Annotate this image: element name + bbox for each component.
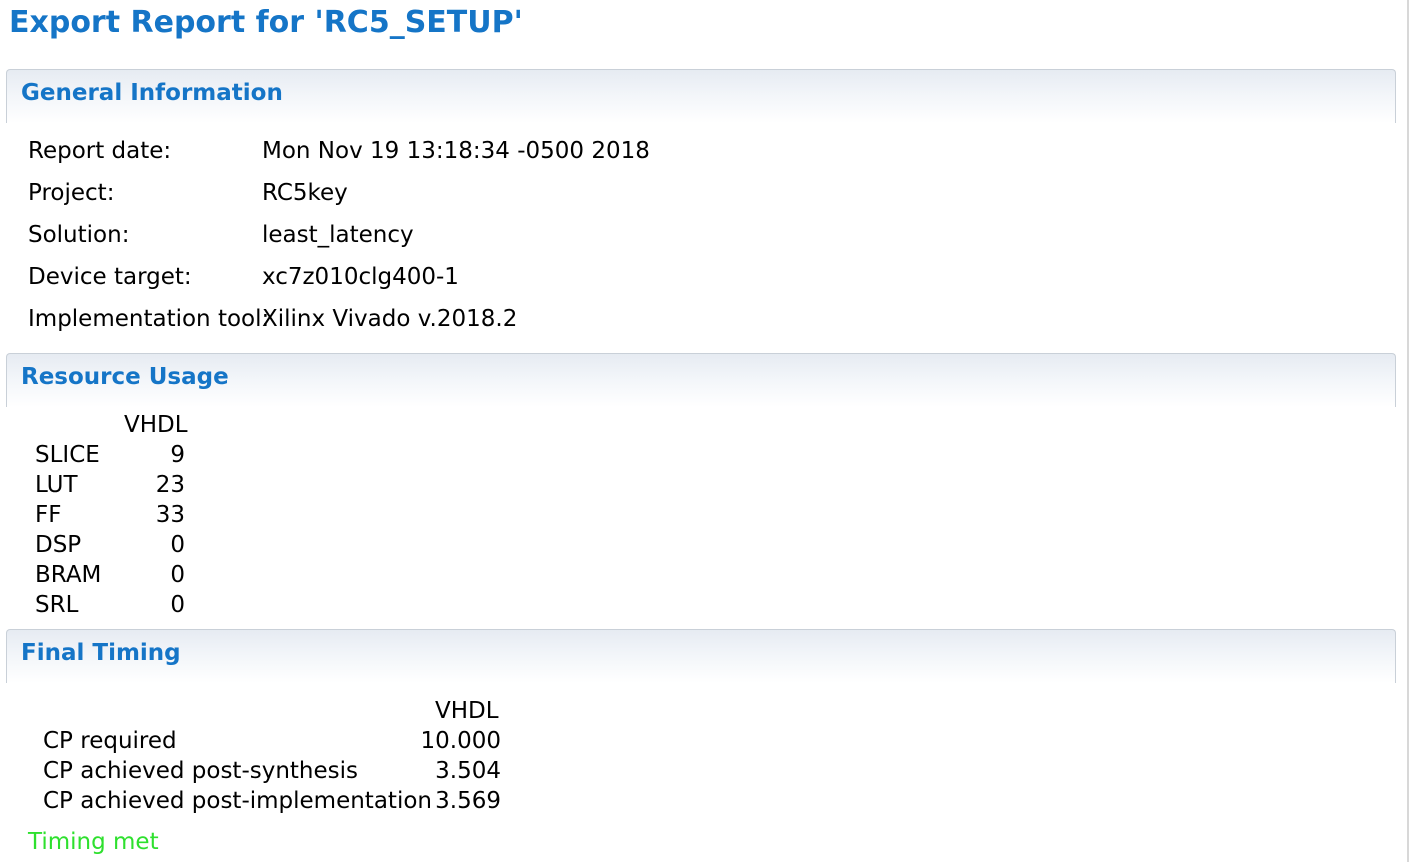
section-title-resource-usage: Resource Usage: [21, 364, 229, 390]
resource-value: 0: [170, 592, 185, 618]
resource-name: BRAM: [35, 562, 102, 588]
timing-name: CP achieved post-implementation: [43, 788, 432, 814]
timing-column-header: VHDL: [435, 698, 499, 724]
timing-status: Timing met: [28, 829, 159, 855]
project-value: RC5key: [262, 180, 348, 206]
resource-name: DSP: [35, 532, 82, 558]
general-row-label: Solution:: [28, 222, 130, 248]
resource-name: SLICE: [35, 442, 100, 468]
device-target-value: xc7z010clg400-1: [262, 264, 459, 290]
resource-value: 23: [155, 472, 185, 498]
resource-value: 0: [170, 562, 185, 588]
section-header-resource-usage[interactable]: Resource Usage: [6, 353, 1396, 407]
timing-value: 3.504: [435, 758, 501, 784]
resource-value: 33: [155, 502, 185, 528]
section-title-general-information: General Information: [21, 80, 283, 106]
page-title: Export Report for 'RC5_SETUP': [9, 5, 523, 40]
timing-value: 3.569: [435, 788, 501, 814]
general-row-label: Report date:: [28, 138, 172, 164]
general-row-label: Implementation tool:: [28, 306, 270, 332]
timing-name: CP required: [43, 728, 177, 754]
resource-value: 0: [170, 532, 185, 558]
report-date-value: Mon Nov 19 13:18:34 -0500 2018: [262, 138, 650, 164]
resource-value: 9: [170, 442, 185, 468]
solution-value: least_latency: [262, 222, 414, 248]
timing-value: 10.000: [420, 728, 501, 754]
general-row-label: Device target:: [28, 264, 192, 290]
general-row-label: Project:: [28, 180, 115, 206]
resource-name: SRL: [35, 592, 79, 618]
resource-name: FF: [35, 502, 62, 528]
resource-name: LUT: [35, 472, 78, 498]
section-header-final-timing[interactable]: Final Timing: [6, 629, 1396, 683]
timing-name: CP achieved post-synthesis: [43, 758, 359, 784]
implementation-tool-value: Xilinx Vivado v.2018.2: [262, 306, 518, 332]
section-title-final-timing: Final Timing: [21, 640, 181, 666]
resource-column-header: VHDL: [124, 412, 188, 438]
section-header-general-information[interactable]: General Information: [6, 69, 1396, 123]
